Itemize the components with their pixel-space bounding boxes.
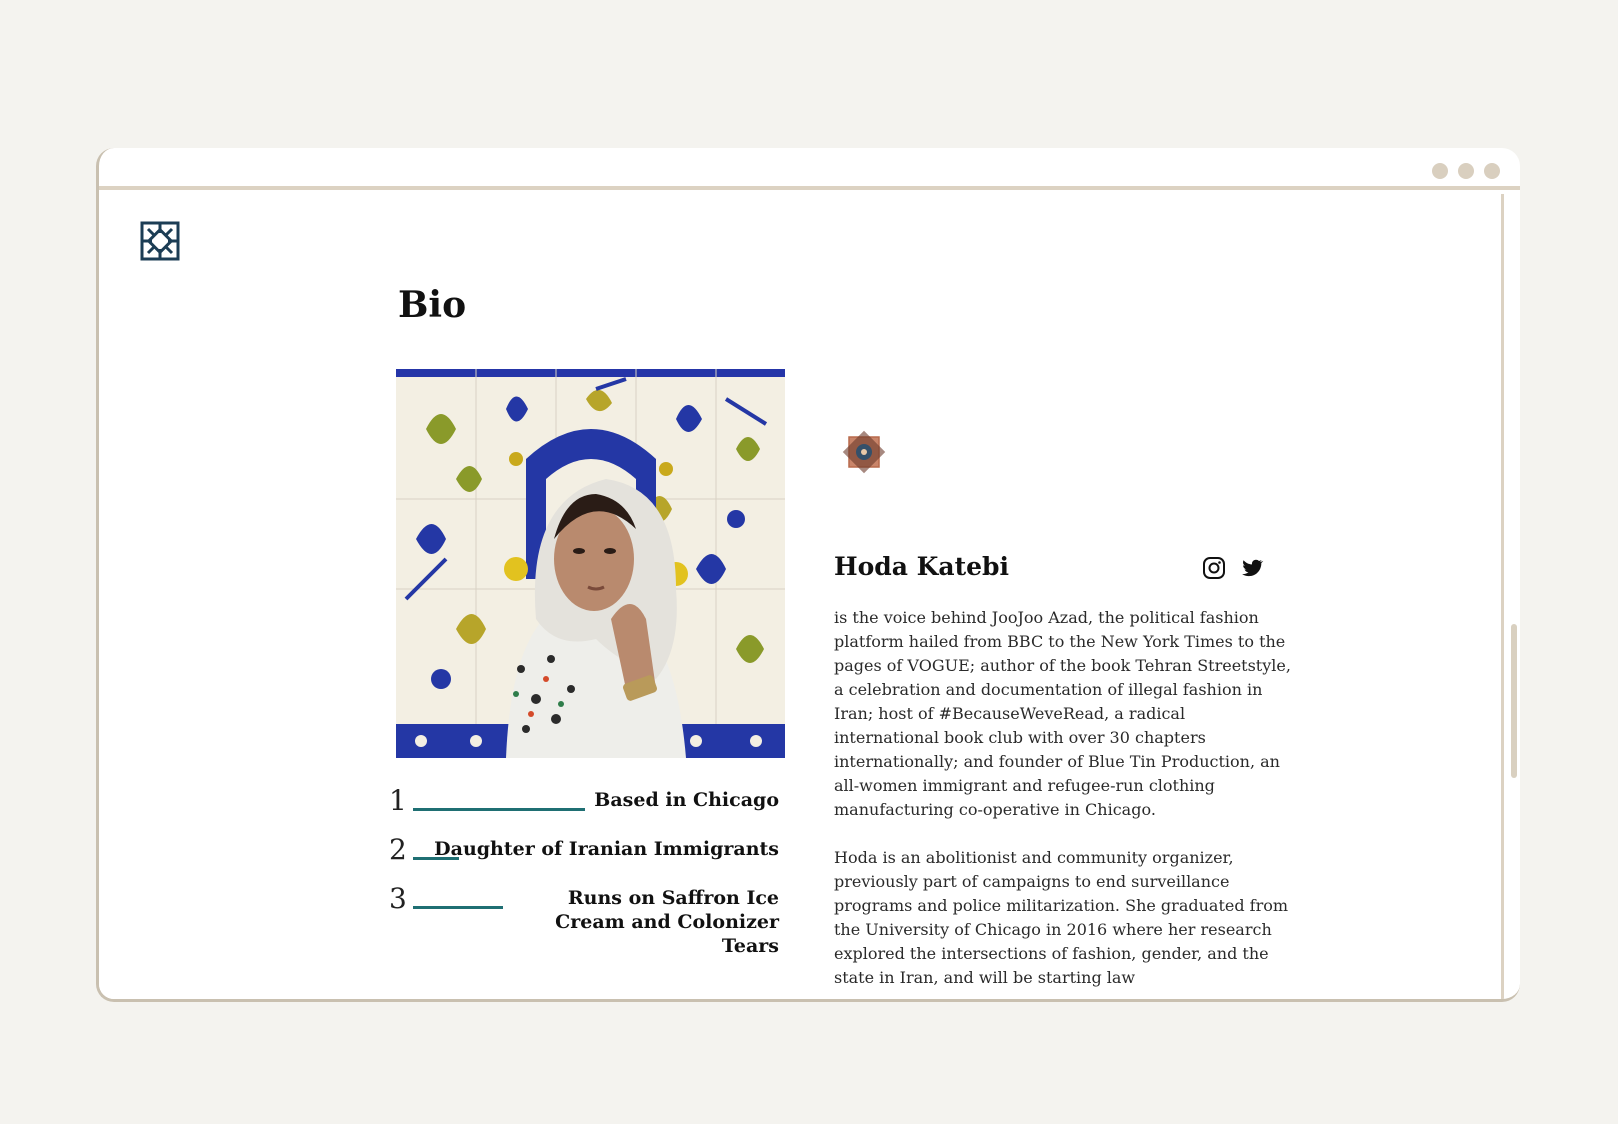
twitter-icon[interactable] [1240,556,1264,580]
page-title: Bio [398,284,467,326]
fact-item-3: 3 Runs on Saffron Ice Cream and Colonize… [389,882,789,957]
bio-body: is the voice behind JooJoo Azad, the pol… [834,606,1294,999]
window-dot-3[interactable] [1484,163,1500,179]
fact-text: Daughter of Iranian Immigrants [434,838,779,860]
fact-rule [413,906,503,909]
window-dot-1[interactable] [1432,163,1448,179]
scrollbar-thumb[interactable] [1511,624,1517,778]
fact-item-2: 2 Daughter of Iranian Immigrants [389,833,789,882]
page-content: Bio 1 Based in Chicago 2 Daughter of Ira… [99,194,1504,999]
star-tile-icon [842,430,886,474]
fact-number: 2 [389,833,407,866]
social-links [1202,556,1264,580]
fact-item-1: 1 Based in Chicago [389,784,789,833]
bio-paragraph-2: Hoda is an abolitionist and community or… [834,848,1289,987]
person-name: Hoda Katebi [834,552,1010,581]
geometric-logo-icon[interactable] [140,221,180,261]
window-titlebar [99,148,1520,190]
fact-text: Based in Chicago [594,789,779,811]
portrait-image [396,369,785,758]
bio-paragraph-1: is the voice behind JooJoo Azad, the pol… [834,608,1291,819]
fact-number: 3 [389,882,407,915]
facts-list: 1 Based in Chicago 2 Daughter of Iranian… [389,784,789,957]
fact-rule [413,808,585,811]
window-dot-2[interactable] [1458,163,1474,179]
window-controls[interactable] [1432,163,1500,179]
fact-number: 1 [389,784,407,817]
instagram-icon[interactable] [1202,556,1226,580]
fact-text: Runs on Saffron Ice Cream and Colonizer … [555,887,779,957]
browser-window: Bio 1 Based in Chicago 2 Daughter of Ira… [96,148,1520,1002]
